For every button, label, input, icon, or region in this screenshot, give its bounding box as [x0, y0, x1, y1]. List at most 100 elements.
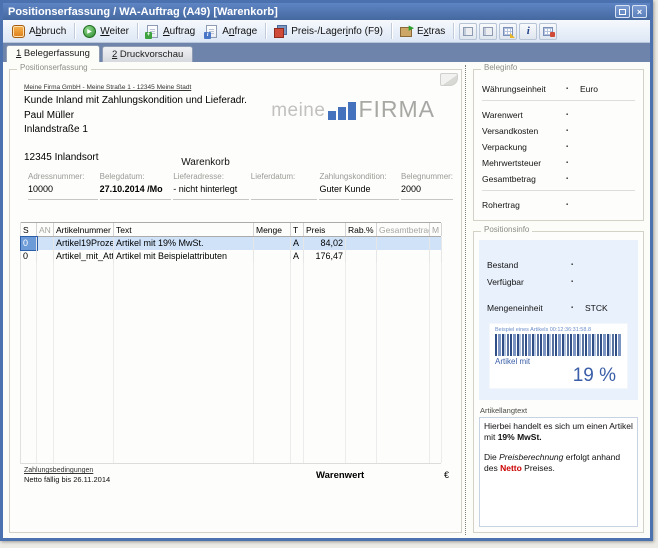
info-row-warenwert: Warenwert ▪: [482, 110, 635, 120]
langtext-paragraph: Die Preisberechnung erfolgt anhand des N…: [484, 452, 633, 474]
article-image-percent: 19 %: [495, 366, 622, 386]
panel-icon: [483, 27, 493, 36]
col-header-t[interactable]: T: [291, 223, 304, 236]
inquiry-button[interactable]: i Anfrage: [200, 23, 262, 40]
info-row-mehrwertsteuer: Mehrwertsteuer ▪: [482, 158, 635, 168]
positionsinfo-groupbox: Positionsinfo Bestand ▪ Verfügbar ▪ Meng…: [473, 231, 644, 533]
col-header-text[interactable]: Text: [114, 223, 254, 236]
title-bar[interactable]: Positionserfassung / WA-Auftrag (A49) [W…: [3, 3, 650, 20]
page-curl-icon[interactable]: [440, 73, 458, 86]
field-adressnummer[interactable]: Adressnummer: 10000: [28, 172, 98, 200]
info-row-rohertrag: Rohertrag ▪: [482, 200, 635, 210]
field-lieferadresse[interactable]: Lieferadresse: - nicht hinterlegt: [173, 172, 249, 200]
groupbox-label: Positionsinfo: [481, 225, 532, 234]
artikellangtext-label: Artikellangtext: [480, 406, 638, 415]
toolbar-separator: [453, 23, 454, 39]
positionserfassung-panel: Positionserfassung Meine Firma GmbH - Me…: [6, 65, 465, 535]
window-title: Positionserfassung / WA-Auftrag (A49) [W…: [8, 6, 613, 18]
info-row-verpackung: Verpackung ▪: [482, 142, 635, 152]
article-image-caption: Beispiel eines Artikels 00:12:36:31:58.8: [495, 327, 622, 333]
info-row-gesamtbetrag: Gesamtbetrag ▪: [482, 174, 635, 184]
extras-button[interactable]: Extras: [395, 23, 450, 40]
separator-line: [482, 190, 635, 191]
beleginfo-groupbox: Beleginfo Währungseinheit ▪ Euro Warenwe…: [473, 69, 644, 221]
langtext-paragraph: Hierbei handelt es sich um einen Artikel…: [484, 421, 633, 443]
grid-add-button[interactable]: [539, 23, 557, 40]
info-row-waehrungseinheit: Währungseinheit ▪ Euro: [482, 84, 635, 94]
content-area: Positionserfassung Meine Firma GmbH - Me…: [3, 62, 650, 538]
col-header-menge[interactable]: Menge: [254, 223, 291, 236]
header-fields: Adressnummer: 10000 Belegdatum: 27.10.20…: [28, 172, 455, 200]
col-header-s[interactable]: S: [21, 223, 37, 236]
field-belegnummer[interactable]: Belegnummer: 2000: [401, 172, 453, 200]
document-preview: Meine Firma GmbH - Meine Straße 1 - 1234…: [10, 70, 461, 532]
order-button[interactable]: + Auftrag: [141, 23, 200, 40]
tab-belegerfassung[interactable]: 1 Belegerfassung: [6, 45, 100, 62]
inquiry-icon: i: [206, 25, 217, 38]
edit-grid-button[interactable]: [499, 23, 517, 40]
info-button[interactable]: i: [519, 23, 537, 40]
positionserfassung-groupbox: Positionserfassung Meine Firma GmbH - Me…: [9, 69, 462, 533]
warenwert-label: Warenwert: [316, 470, 364, 481]
tab-druckvorschau[interactable]: 2 Druckvorschau: [102, 46, 193, 62]
document-title: Warenkorb: [10, 157, 401, 168]
barcode-icon: [495, 334, 622, 356]
field-belegdatum[interactable]: Belegdatum: 27.10.2014 /Mo: [100, 172, 172, 200]
extras-icon: [400, 25, 413, 38]
info-panel: Beleginfo Währungseinheit ▪ Euro Warenwe…: [466, 65, 648, 535]
order-icon: +: [147, 25, 158, 38]
positions-table: S AN Artikelnummer Text Menge T Preis Ra…: [20, 222, 441, 464]
price-stock-icon: [274, 25, 287, 38]
square-bullet-icon: ▪: [571, 305, 585, 311]
artikellangtext-box[interactable]: Hierbei handelt es sich um einen Artikel…: [479, 417, 638, 527]
payment-terms-link[interactable]: Zahlungsbedingungen: [24, 467, 449, 474]
bar-chart-icon: [328, 102, 356, 120]
company-logo: meine FIRMA: [271, 100, 435, 120]
square-bullet-icon: ▪: [571, 279, 585, 285]
info-row-mengeneinheit: Mengeneinheit ▪ STCK: [487, 303, 630, 313]
separator-line: [482, 100, 635, 101]
positionsinfo-highlight-panel: Bestand ▪ Verfügbar ▪ Mengeneinheit ▪ ST…: [479, 240, 638, 400]
info-icon: i: [527, 25, 530, 37]
grid-pencil-icon: [503, 27, 513, 36]
groupbox-label: Beleginfo: [481, 63, 520, 72]
address-line: Inlandstraße 1: [24, 123, 449, 138]
square-bullet-icon: ▪: [571, 262, 585, 268]
field-lieferdatum[interactable]: Lieferdatum:: [251, 172, 318, 200]
logo-word-meine: meine: [271, 102, 325, 119]
close-icon: ×: [637, 7, 642, 17]
table-row-selected[interactable]: 0 Artikel19Prozent Artikel mit 19% MwSt.…: [21, 237, 441, 250]
currency-symbol: €: [444, 470, 449, 480]
square-bullet-icon: ▪: [566, 86, 580, 92]
article-image: Beispiel eines Artikels 00:12:36:31:58.8…: [489, 323, 628, 389]
next-button[interactable]: Weiter: [78, 23, 134, 40]
panel-view-button-1[interactable]: [459, 23, 477, 40]
main-toolbar: Abbruch Weiter + Auftrag i Anfrage Preis…: [3, 20, 650, 43]
abort-button[interactable]: Abbruch: [7, 23, 71, 40]
square-bullet-icon: ▪: [566, 160, 580, 166]
col-header-rab[interactable]: Rab.%: [346, 223, 377, 236]
toolbar-separator: [265, 23, 266, 39]
col-header-gesamtbetrag[interactable]: Gesamtbetrag: [377, 223, 430, 236]
field-zahlungskondition[interactable]: Zahlungskondition: Guter Kunde: [319, 172, 399, 200]
payment-terms-text: Netto fällig bis 26.11.2014: [24, 475, 449, 484]
panel-view-button-2[interactable]: [479, 23, 497, 40]
col-header-m[interactable]: M: [430, 223, 442, 236]
col-header-preis[interactable]: Preis: [304, 223, 346, 236]
table-row[interactable]: 0 Artikel_mit_Attribu Artikel mit Beispi…: [21, 250, 441, 263]
info-row-bestand: Bestand ▪: [487, 260, 630, 270]
app-window: Positionserfassung / WA-Auftrag (A49) [W…: [0, 0, 653, 541]
restore-button[interactable]: [615, 5, 630, 18]
square-bullet-icon: ▪: [566, 112, 580, 118]
close-button[interactable]: ×: [632, 5, 647, 18]
col-header-an[interactable]: AN: [37, 223, 54, 236]
price-stock-info-button[interactable]: Preis-/Lagerinfo (F9): [269, 23, 388, 40]
square-bullet-icon: ▪: [566, 176, 580, 182]
toolbar-separator: [391, 23, 392, 39]
sender-line: Meine Firma GmbH - Meine Straße 1 - 1234…: [24, 84, 449, 91]
table-empty-area[interactable]: [21, 263, 441, 464]
abort-icon: [12, 25, 25, 38]
toolbar-separator: [137, 23, 138, 39]
col-header-artikelnummer[interactable]: Artikelnummer: [54, 223, 114, 236]
document-footer: Zahlungsbedingungen Netto fällig bis 26.…: [24, 467, 449, 501]
